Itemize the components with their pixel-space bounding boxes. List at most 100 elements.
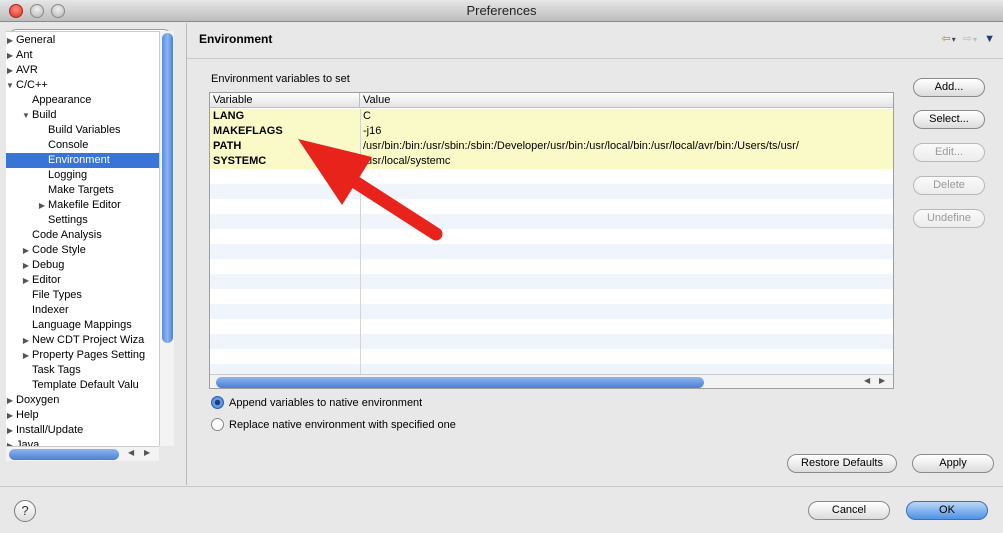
- tree-item[interactable]: ▶ Install/Update: [6, 423, 159, 438]
- tree-vertical-scrollbar[interactable]: [159, 31, 174, 446]
- tree-item[interactable]: Template Default Valu: [6, 378, 159, 393]
- table-row[interactable]: SYSTEMC/usr/local/systemc: [210, 154, 893, 169]
- column-header-value[interactable]: Value: [360, 93, 893, 108]
- table-row[interactable]: [210, 214, 893, 229]
- table-row[interactable]: [210, 319, 893, 334]
- append-radio-label[interactable]: Append variables to native environment: [229, 395, 422, 411]
- tree-item[interactable]: Console: [6, 138, 159, 153]
- tree-item[interactable]: Task Tags: [6, 363, 159, 378]
- scroll-right-arrow-icon[interactable]: ▶: [879, 376, 885, 385]
- apply-button[interactable]: Apply: [912, 454, 994, 473]
- value-cell: /usr/bin:/bin:/usr/sbin:/sbin:/Developer…: [363, 140, 799, 152]
- scroll-right-arrow-icon[interactable]: ▶: [144, 448, 150, 457]
- environment-variables-table[interactable]: Variable Value LANG C MAKEFLAGS -j16 PATH/us…: [209, 92, 894, 389]
- tree-item[interactable]: Appearance: [6, 93, 159, 108]
- undefine-button[interactable]: Undefine: [913, 209, 985, 228]
- tree-vertical-scroll-thumb[interactable]: [162, 33, 173, 343]
- tree-horizontal-scroll-thumb[interactable]: [9, 449, 119, 460]
- restore-defaults-button[interactable]: Restore Defaults: [787, 454, 897, 473]
- collapsed-chevron-icon[interactable]: ▶: [22, 348, 30, 363]
- tree-item[interactable]: ▶ Java: [6, 438, 159, 446]
- zoom-window-button[interactable]: [51, 4, 65, 18]
- tree-horizontal-scrollbar[interactable]: ◀ ▶: [6, 446, 159, 461]
- forward-arrow-icon[interactable]: ⇨: [963, 33, 972, 45]
- table-row[interactable]: [210, 349, 893, 364]
- tree-item[interactable]: Build Variables: [6, 123, 159, 138]
- table-row[interactable]: [210, 169, 893, 184]
- table-row[interactable]: [210, 229, 893, 244]
- collapsed-chevron-icon[interactable]: ▶: [6, 423, 14, 438]
- edit-button[interactable]: Edit...: [913, 143, 985, 162]
- tree-item[interactable]: ▶ Ant: [6, 48, 159, 63]
- table-row[interactable]: [210, 184, 893, 199]
- scroll-left-arrow-icon[interactable]: ◀: [128, 448, 134, 457]
- minimize-window-button[interactable]: [30, 4, 44, 18]
- tree-item[interactable]: ▶ General: [6, 33, 159, 48]
- tree-item[interactable]: ▶ Editor: [6, 273, 159, 288]
- replace-radio-label[interactable]: Replace native environment with specifie…: [229, 417, 456, 433]
- tree-item[interactable]: ▼ C/C++: [6, 78, 159, 93]
- tree-item-label: Debug: [32, 259, 65, 271]
- tree-item[interactable]: File Types: [6, 288, 159, 303]
- tree-item[interactable]: Settings: [6, 213, 159, 228]
- tree-item[interactable]: ▶ Code Style: [6, 243, 159, 258]
- tree-item[interactable]: ▶ AVR: [6, 63, 159, 78]
- table-horizontal-scroll-thumb[interactable]: [216, 377, 704, 388]
- tree-item[interactable]: ▶ Property Pages Setting: [6, 348, 159, 363]
- append-radio[interactable]: [211, 396, 224, 409]
- tree-item[interactable]: Indexer: [6, 303, 159, 318]
- table-row[interactable]: [210, 244, 893, 259]
- tree-item-label: Environment: [48, 154, 110, 166]
- delete-button[interactable]: Delete: [913, 176, 985, 195]
- collapsed-chevron-icon[interactable]: ▶: [6, 48, 14, 63]
- table-row[interactable]: MAKEFLAGS -j16: [210, 124, 893, 139]
- ok-button[interactable]: OK: [906, 501, 988, 520]
- table-row[interactable]: PATH/usr/bin:/bin:/usr/sbin:/sbin:/Devel…: [210, 139, 893, 154]
- panel-splitter[interactable]: [186, 23, 187, 485]
- column-header-variable[interactable]: Variable: [210, 93, 360, 108]
- expanded-chevron-icon[interactable]: ▼: [22, 108, 30, 123]
- tree-item[interactable]: ▼ Build: [6, 108, 159, 123]
- collapsed-chevron-icon[interactable]: ▶: [6, 408, 14, 423]
- collapsed-chevron-icon[interactable]: ▶: [6, 438, 14, 446]
- table-row[interactable]: [210, 334, 893, 349]
- table-row[interactable]: [210, 274, 893, 289]
- replace-radio[interactable]: [211, 418, 224, 431]
- tree-item[interactable]: ▶ Help: [6, 408, 159, 423]
- collapsed-chevron-icon[interactable]: ▶: [22, 243, 30, 258]
- tree-item[interactable]: ▶ Debug: [6, 258, 159, 273]
- tree-item-label: Install/Update: [16, 424, 84, 436]
- help-icon[interactable]: ?: [14, 500, 36, 522]
- expanded-chevron-icon[interactable]: ▼: [6, 78, 14, 93]
- view-menu-chevron-down-icon[interactable]: ▼: [984, 33, 995, 45]
- forward-menu-chevron-down-icon[interactable]: ▾: [973, 35, 977, 44]
- cancel-button[interactable]: Cancel: [808, 501, 890, 520]
- tree-item[interactable]: ▶ Doxygen: [6, 393, 159, 408]
- collapsed-chevron-icon[interactable]: ▶: [38, 198, 46, 213]
- table-row[interactable]: [210, 199, 893, 214]
- tree-item[interactable]: Make Targets: [6, 183, 159, 198]
- collapsed-chevron-icon[interactable]: ▶: [22, 273, 30, 288]
- scroll-left-arrow-icon[interactable]: ◀: [864, 376, 870, 385]
- collapsed-chevron-icon[interactable]: ▶: [22, 258, 30, 273]
- tree-item[interactable]: Code Analysis: [6, 228, 159, 243]
- table-row[interactable]: [210, 304, 893, 319]
- tree-item[interactable]: Environment: [6, 153, 159, 168]
- collapsed-chevron-icon[interactable]: ▶: [6, 63, 14, 78]
- tree-item[interactable]: Logging: [6, 168, 159, 183]
- select-button[interactable]: Select...: [913, 110, 985, 129]
- back-arrow-icon[interactable]: ⇦: [942, 33, 951, 45]
- collapsed-chevron-icon[interactable]: ▶: [22, 333, 30, 348]
- table-row[interactable]: LANG C: [210, 109, 893, 124]
- back-menu-chevron-down-icon[interactable]: ▾: [952, 35, 956, 44]
- table-row[interactable]: [210, 259, 893, 274]
- tree-item[interactable]: Language Mappings: [6, 318, 159, 333]
- tree-item[interactable]: ▶ Makefile Editor: [6, 198, 159, 213]
- tree-item[interactable]: ▶ New CDT Project Wiza: [6, 333, 159, 348]
- table-horizontal-scrollbar[interactable]: ◀ ▶: [210, 374, 893, 388]
- add-button[interactable]: Add...: [913, 78, 985, 97]
- close-window-button[interactable]: [9, 4, 23, 18]
- table-row[interactable]: [210, 289, 893, 304]
- collapsed-chevron-icon[interactable]: ▶: [6, 393, 14, 408]
- collapsed-chevron-icon[interactable]: ▶: [6, 33, 14, 48]
